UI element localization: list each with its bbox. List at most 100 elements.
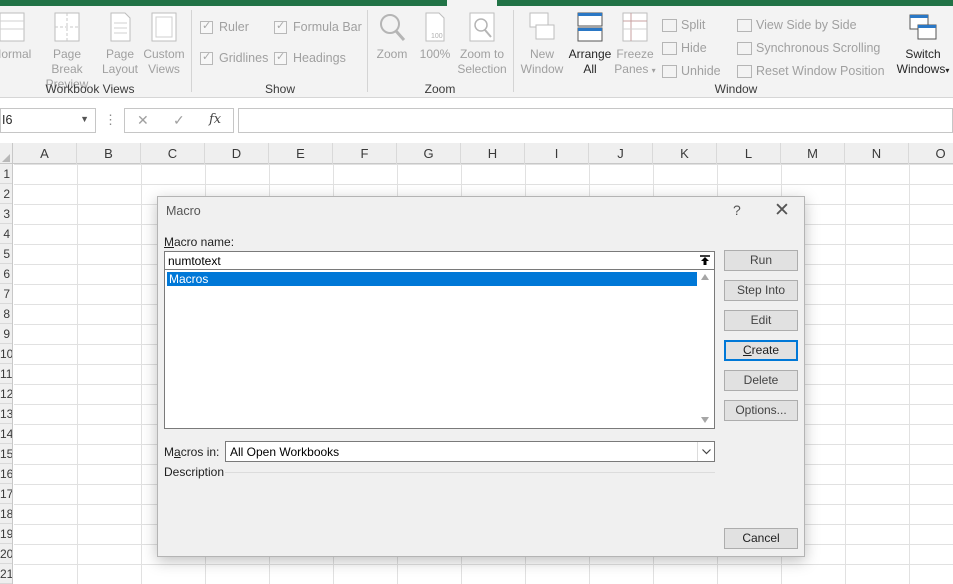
- edit-button[interactable]: Edit: [724, 310, 798, 331]
- list-scrollbar[interactable]: [697, 270, 714, 428]
- custom-views-label-1: Custom: [143, 47, 185, 61]
- run-button[interactable]: Run: [724, 250, 798, 271]
- new-window-button[interactable]: New Window: [516, 11, 568, 77]
- help-icon[interactable]: ?: [733, 202, 741, 218]
- macro-name-input[interactable]: [164, 251, 715, 270]
- freeze-panes-button[interactable]: Freeze Panes ▾: [612, 11, 658, 78]
- ruler-checkbox[interactable]: Ruler: [200, 19, 249, 34]
- page-break-preview-button[interactable]: Page Break Preview: [36, 11, 98, 92]
- row-header-21[interactable]: 21: [0, 564, 12, 584]
- macros-in-select[interactable]: All Open Workbooks: [225, 441, 715, 462]
- cancel-entry-icon[interactable]: ✕: [137, 112, 149, 129]
- gridlines-checkbox[interactable]: Gridlines: [200, 50, 268, 65]
- row-header-7[interactable]: 7: [0, 284, 12, 304]
- headings-checkbox[interactable]: Headings: [274, 50, 346, 65]
- row-header-19[interactable]: 19: [0, 524, 12, 544]
- row-header-10[interactable]: 10: [0, 344, 12, 364]
- custom-views-button[interactable]: Custom Views: [141, 11, 187, 77]
- row-header-6[interactable]: 6: [0, 264, 12, 284]
- switch-windows-button[interactable]: Switch Windows▾: [893, 11, 953, 78]
- list-item[interactable]: Macros: [167, 272, 697, 286]
- zoom-100-button[interactable]: 100 100%: [416, 11, 454, 62]
- column-header-i[interactable]: I: [525, 143, 589, 164]
- row-header-2[interactable]: 2: [0, 184, 12, 204]
- close-icon[interactable]: ✕: [774, 199, 790, 222]
- options-button[interactable]: Options...: [724, 400, 798, 421]
- column-header-b[interactable]: B: [77, 143, 141, 164]
- row-header-4[interactable]: 4: [0, 224, 12, 244]
- chevron-down-icon[interactable]: [697, 442, 714, 461]
- formula-bar-checkbox[interactable]: Formula Bar: [274, 19, 362, 34]
- insert-function-icon[interactable]: fx: [209, 112, 221, 127]
- ruler-label: Ruler: [219, 20, 249, 34]
- side-by-side-icon: [737, 18, 752, 32]
- row-header-5[interactable]: 5: [0, 244, 12, 264]
- page-layout-icon: [110, 12, 131, 42]
- column-header-a[interactable]: A: [13, 143, 77, 164]
- column-header-k[interactable]: K: [653, 143, 717, 164]
- svg-text:100: 100: [431, 33, 443, 40]
- column-header-j[interactable]: J: [589, 143, 653, 164]
- column-header-row: ABCDEFGHIJKLMNO: [0, 143, 953, 164]
- column-header-n[interactable]: N: [845, 143, 909, 164]
- unhide-button[interactable]: Unhide: [662, 64, 721, 78]
- reset-window-position-button[interactable]: Reset Window Position: [737, 64, 885, 78]
- row-header-18[interactable]: 18: [0, 504, 12, 524]
- zoom-button[interactable]: Zoom: [372, 11, 412, 62]
- page-layout-button[interactable]: Page Layout: [100, 11, 140, 77]
- group-separator: [513, 10, 514, 92]
- macro-list[interactable]: Macros: [164, 270, 715, 429]
- split-button[interactable]: Split: [662, 18, 705, 32]
- formula-input[interactable]: [238, 108, 953, 133]
- row-header-12[interactable]: 12: [0, 384, 12, 404]
- column-header-h[interactable]: H: [461, 143, 525, 164]
- normal-view-button[interactable]: Normal: [0, 11, 38, 62]
- column-header-e[interactable]: E: [269, 143, 333, 164]
- row-header-11[interactable]: 11: [0, 364, 12, 384]
- name-box[interactable]: I6 ▼: [0, 108, 96, 133]
- scroll-down-icon[interactable]: [701, 417, 709, 423]
- collapse-dialog-button[interactable]: [696, 252, 714, 269]
- description-label: Description: [164, 465, 225, 479]
- group-separator: [191, 10, 192, 92]
- row-header-1[interactable]: 1: [0, 164, 12, 184]
- zoom-to-selection-button[interactable]: Zoom to Selection: [456, 11, 508, 77]
- row-header-8[interactable]: 8: [0, 304, 12, 324]
- column-header-g[interactable]: G: [397, 143, 461, 164]
- synchronous-scrolling-button[interactable]: Synchronous Scrolling: [737, 41, 880, 55]
- column-header-f[interactable]: F: [333, 143, 397, 164]
- delete-button[interactable]: Delete: [724, 370, 798, 391]
- more-icon[interactable]: ⋮: [104, 112, 117, 128]
- row-header-3[interactable]: 3: [0, 204, 12, 224]
- column-header-c[interactable]: C: [141, 143, 205, 164]
- cancel-button[interactable]: Cancel: [724, 528, 798, 549]
- confirm-entry-icon[interactable]: ✓: [173, 112, 185, 129]
- row-header-16[interactable]: 16: [0, 464, 12, 484]
- step-into-button[interactable]: Step Into: [724, 280, 798, 301]
- row-header-15[interactable]: 15: [0, 444, 12, 464]
- create-button[interactable]: Create: [724, 340, 798, 361]
- chevron-down-icon[interactable]: ▼: [80, 114, 89, 124]
- column-header-l[interactable]: L: [717, 143, 781, 164]
- row-header-20[interactable]: 20: [0, 544, 12, 564]
- page-break-preview-icon: [54, 12, 80, 42]
- column-header-o[interactable]: O: [909, 143, 953, 164]
- hide-button[interactable]: Hide: [662, 41, 707, 55]
- zoom-100-label: 100%: [419, 47, 451, 61]
- column-header-d[interactable]: D: [205, 143, 269, 164]
- row-header-14[interactable]: 14: [0, 424, 12, 444]
- sync-scroll-label: Synchronous Scrolling: [756, 41, 881, 55]
- arrange-all-button[interactable]: Arrange All: [566, 11, 614, 77]
- scroll-up-icon[interactable]: [701, 274, 709, 280]
- row-header-9[interactable]: 9: [0, 324, 12, 344]
- view-side-by-side-button[interactable]: View Side by Side: [737, 18, 857, 32]
- normal-view-icon: [0, 12, 25, 42]
- select-all-button[interactable]: [0, 143, 13, 164]
- ribbon-view-tab: Normal Page Break Preview Page Layout Cu…: [0, 6, 953, 98]
- zoom-label: Zoom: [376, 47, 408, 61]
- row-header-17[interactable]: 17: [0, 484, 12, 504]
- new-window-icon: [529, 12, 555, 40]
- macro-name-label: Macro name:: [164, 235, 235, 249]
- column-header-m[interactable]: M: [781, 143, 845, 164]
- row-header-13[interactable]: 13: [0, 404, 12, 424]
